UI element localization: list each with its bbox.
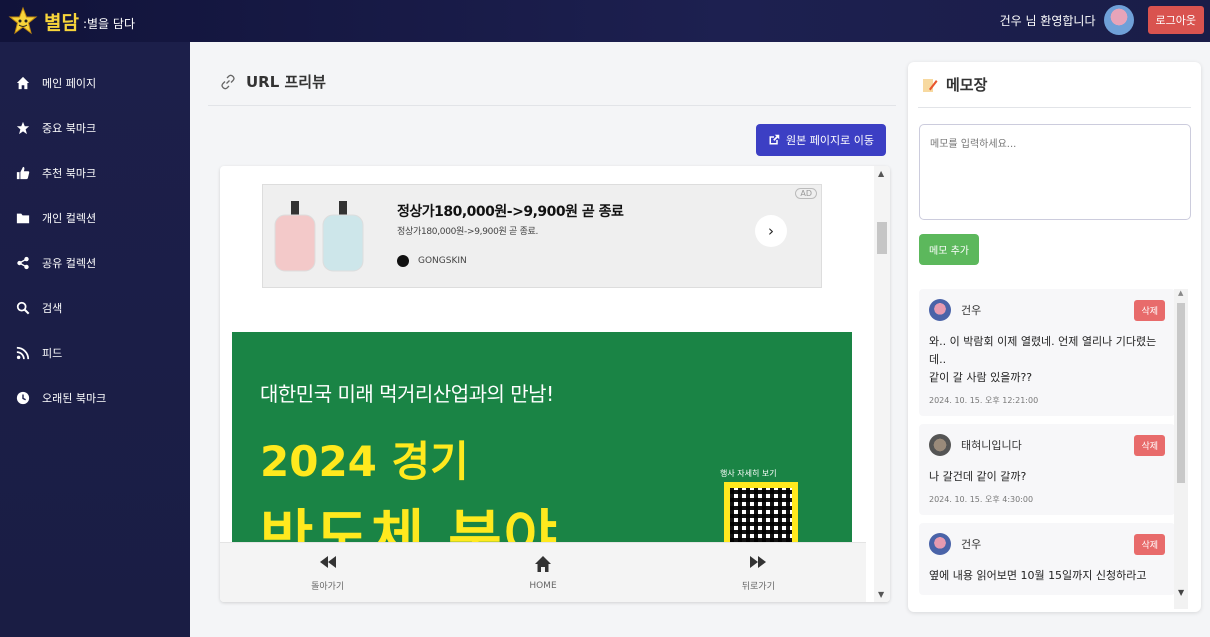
- scroll-up-arrow-icon[interactable]: ▲: [1178, 289, 1183, 297]
- memo-item: 건우 삭제 와.. 이 박람회 이제 열렸네. 언제 열리나 기다렸는데.. 같…: [919, 289, 1175, 416]
- memo-pencil-icon: [923, 78, 938, 92]
- memo-title-text: 메모장: [946, 76, 988, 94]
- page-title: URL 프리뷰: [246, 73, 326, 91]
- scroll-down-arrow-icon[interactable]: ▼: [878, 590, 884, 599]
- back-button[interactable]: 돌아가기: [220, 543, 435, 602]
- preview-frame[interactable]: 정상가180,000원->9,900원 곧 종료 정상가180,000원->9,…: [220, 166, 890, 602]
- ad-headline: 정상가180,000원->9,900원 곧 종료: [397, 204, 624, 220]
- scroll-thumb[interactable]: [877, 222, 887, 254]
- ad-badge: AD: [795, 188, 817, 199]
- delete-button[interactable]: 삭제: [1134, 434, 1165, 456]
- avatar: [929, 299, 951, 321]
- sidebar-item-label: 추천 북마크: [42, 166, 97, 180]
- url-preview-section: URL 프리뷰 원본 페이지로 이동 정상가180,000원->9,900원 곧…: [208, 58, 896, 628]
- go-to-original-label: 원본 페이지로 이동: [786, 134, 874, 147]
- banner-subtitle: 반도체 분야: [260, 503, 559, 547]
- scroll-down-arrow-icon[interactable]: ▼: [1178, 588, 1184, 597]
- sidebar-item-label: 중요 북마크: [42, 121, 97, 135]
- memo-author: 태혀니입니다: [961, 439, 1022, 452]
- memo-item: 태혀니입니다 삭제 나 갈건데 같이 갈까? 2024. 10. 15. 오후 …: [919, 424, 1175, 515]
- memo-author: 건우: [961, 304, 982, 317]
- avatar: [929, 533, 951, 555]
- preview-scrollbar[interactable]: ▲ ▼: [874, 166, 890, 602]
- clock-icon: [16, 391, 30, 405]
- sidebar-item-old-bookmarks[interactable]: 오래된 북마크: [0, 375, 190, 420]
- folder-icon: [16, 211, 30, 225]
- preview-bottom-nav: 돌아가기 HOME 뒤로가기: [220, 542, 866, 602]
- sidebar-item-shared-collection[interactable]: 공유 컬렉션: [0, 240, 190, 285]
- url-preview-title: URL 프리뷰: [208, 58, 896, 106]
- sidebar-item-recommended[interactable]: 추천 북마크: [0, 150, 190, 195]
- memo-list: 건우 삭제 와.. 이 박람회 이제 열렸네. 언제 열리나 기다렸는데.. 같…: [919, 289, 1201, 612]
- banner-title: 2024 경기: [260, 437, 469, 486]
- brand-subtitle: :별을 담다: [82, 16, 135, 31]
- star-icon: [16, 121, 30, 135]
- ad-card[interactable]: 정상가180,000원->9,900원 곧 종료 정상가180,000원->9,…: [262, 184, 822, 288]
- memo-scroll-thumb[interactable]: [1177, 303, 1185, 483]
- logout-button[interactable]: 로그아웃: [1147, 6, 1204, 34]
- memo-panel: 메모장 메모 추가 건우 삭제 와.. 이 박람회 이제 열렸네. 언제 열리나…: [908, 62, 1201, 612]
- star-logo-icon: [8, 6, 38, 36]
- thumbs-up-icon: [16, 166, 30, 180]
- external-link-icon: [769, 134, 780, 145]
- qr-label: 행사 자세히 보기: [720, 469, 777, 478]
- brand-logo-icon: [397, 255, 409, 267]
- welcome-text: 건우 님 환영합니다: [999, 13, 1096, 28]
- banner-headline: 대한민국 미래 먹거리산업과의 만남!: [260, 382, 554, 406]
- home-label: HOME: [529, 580, 557, 591]
- delete-button[interactable]: 삭제: [1134, 299, 1165, 321]
- sidebar-item-feed[interactable]: 피드: [0, 330, 190, 375]
- sidebar-item-label: 공유 컬렉션: [42, 256, 97, 270]
- sidebar-item-label: 검색: [42, 301, 63, 315]
- link-icon: [221, 74, 235, 89]
- brand-title: 별담: [44, 11, 79, 34]
- avatar: [929, 434, 951, 456]
- top-bar: 별담 :별을 담다 건우 님 환영합니다 로그아웃: [0, 0, 1210, 42]
- sidebar-item-label: 개인 컬렉션: [42, 211, 97, 225]
- forward-label: 뒤로가기: [741, 582, 775, 592]
- ad-description: 정상가180,000원->9,900원 곧 종료.: [397, 227, 539, 237]
- fast-forward-icon: [750, 556, 767, 568]
- sidebar-item-label: 오래된 북마크: [42, 391, 107, 405]
- share-icon: [16, 256, 30, 270]
- search-icon: [16, 301, 30, 315]
- memo-author: 건우: [961, 538, 982, 551]
- forward-button[interactable]: 뒤로가기: [651, 543, 866, 602]
- event-banner[interactable]: 대한민국 미래 먹거리산업과의 만남! 2024 경기 반도체 분야 행사 자세…: [232, 332, 852, 547]
- sidebar-item-main[interactable]: 메인 페이지: [0, 60, 190, 105]
- sidebar-item-important[interactable]: 중요 북마크: [0, 105, 190, 150]
- sidebar-item-label: 메인 페이지: [42, 76, 97, 90]
- delete-button[interactable]: 삭제: [1134, 533, 1165, 555]
- memo-time: 2024. 10. 15. 오후 12:21:00: [929, 396, 1039, 405]
- home-icon: [534, 555, 551, 572]
- memo-item: 건우 삭제 옆에 내용 읽어보면 10월 15일까지 신청하라고: [919, 523, 1175, 595]
- memo-title: 메모장: [918, 62, 1191, 108]
- back-label: 돌아가기: [311, 582, 345, 592]
- memo-text: 옆에 내용 읽어보면 10월 15일까지 신청하라고: [929, 569, 1147, 582]
- sidebar: 메인 페이지 중요 북마크 추천 북마크 개인 컬렉션 공유 컬렉션 검색 피드…: [0, 42, 190, 637]
- sidebar-item-search[interactable]: 검색: [0, 285, 190, 330]
- home-button[interactable]: HOME: [435, 543, 650, 602]
- memo-time: 2024. 10. 15. 오후 4:30:00: [929, 495, 1034, 504]
- memo-text: 나 갈건데 같이 갈까?: [929, 470, 1027, 483]
- ad-brand-name: GONGSKIN: [418, 256, 467, 266]
- qr-code: [724, 482, 798, 547]
- home-icon: [16, 76, 30, 90]
- ad-brand: GONGSKIN: [397, 255, 467, 267]
- logo[interactable]: 별담 :별을 담다: [8, 6, 135, 36]
- perfume-bottles-image: [269, 199, 379, 275]
- memo-scrollbar[interactable]: ▲ ▼: [1174, 289, 1188, 609]
- sidebar-item-personal-collection[interactable]: 개인 컬렉션: [0, 195, 190, 240]
- memo-text: 와.. 이 박람회 이제 열렸네. 언제 열리나 기다렸는데.. 같이 갈 사람…: [929, 335, 1157, 384]
- sidebar-item-label: 피드: [42, 346, 63, 360]
- rss-icon: [16, 346, 30, 360]
- go-to-original-button[interactable]: 원본 페이지로 이동: [756, 124, 886, 156]
- chevron-right-icon[interactable]: ›: [755, 215, 787, 247]
- user-avatar[interactable]: [1103, 5, 1134, 35]
- rewind-icon: [319, 556, 336, 568]
- memo-add-button[interactable]: 메모 추가: [919, 234, 979, 265]
- scroll-up-arrow-icon[interactable]: ▲: [878, 169, 884, 178]
- memo-input[interactable]: [919, 124, 1191, 220]
